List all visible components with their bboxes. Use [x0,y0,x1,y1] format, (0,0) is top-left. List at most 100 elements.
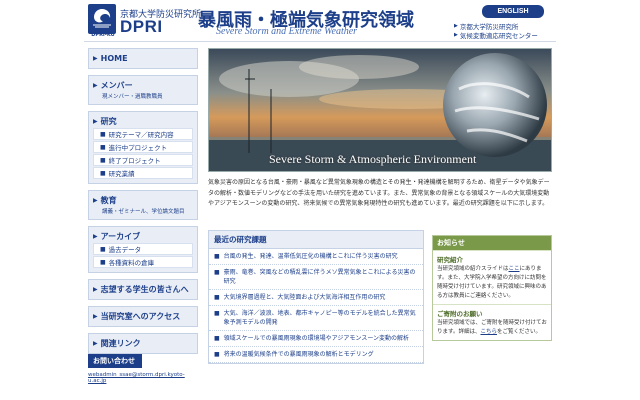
nav-subitem-past-data[interactable]: ■ 過去データ [93,243,193,255]
square-bullet-icon: ■ [214,269,220,276]
square-bullet-icon: ■ [100,258,106,266]
square-bullet-icon: ■ [214,253,220,260]
news-heading: お知らせ [433,236,551,250]
nav-item-label: アーカイブ [100,231,141,241]
nav-item-label: 関連リンク [100,338,141,348]
square-bullet-icon: ■ [100,156,106,164]
arrow-right-icon: ▶ [93,196,98,204]
news-section-title: 研究紹介 [433,250,551,265]
nav-subitem-ongoing-projects[interactable]: ■ 進行中プロジェクト [93,141,193,153]
nav-item-desc: 講義・ゼミナール、学位論文題目 [102,209,185,215]
nav-subitem-label: 研究テーマ／研究内容 [108,131,174,139]
arrow-right-icon: ▶ [93,312,98,320]
research-topics-box: 最近の研究課題 ■ 台風の発生、発達、温帯低気圧化の機構とこれに伴う災害の研究 … [208,230,424,364]
nav-item-related-links[interactable]: ▶ 関連リンク [93,337,193,349]
research-topic-item: ■ 大気、海洋／波浪、地表、都市キャノピー等のモデルを統合した異常気象予測モデル… [209,306,423,331]
hero-caption: Severe Storm & Atmospheric Environment [269,152,477,166]
contact-heading: お問い合わせ [88,354,142,368]
arrow-right-icon: ▶ [93,81,98,89]
arrow-right-icon: ▶ [93,339,98,347]
news-box: お知らせ 研究紹介 当研究領域の紹介スライドはここにあります。また、大学院入学希… [432,235,552,341]
square-bullet-icon: ■ [100,169,106,177]
nav-education-block: ▶ 教育 講義・ゼミナール、学位論文題目 [88,190,198,220]
research-topic-item: ■ 将来の温暖気候条件での暴風雨現象の解析とモデリング [209,347,423,363]
intro-text: 気象災害の原因となる台風・豪雨・暴風など異常気象現象の構造とその発生・発達機構を… [208,179,550,207]
nav-item-research[interactable]: ▶ 研究 [93,115,193,127]
square-bullet-icon: ■ [214,310,220,317]
nav-subitem-label: 終了プロジェクト [108,157,161,165]
nav-subitem-finished-projects[interactable]: ■ 終了プロジェクト [93,154,193,166]
research-topic-item: ■ 大気境界層過程と、大気陸面および大気海洋相互作用の研究 [209,290,423,306]
nav-item-archive[interactable]: ▶ アーカイブ [93,230,193,242]
research-topic-text: 領域スケールでの暴風雨現象の環境場やアジアモンスーン変動の解析 [223,335,410,342]
square-bullet-icon: ■ [100,245,106,253]
research-topic-text: 大気、海洋／波浪、地表、都市キャノピー等のモデルを統合した異常気象予測モデルの開… [223,310,416,326]
nav-item-label: メンバー [100,80,133,90]
nav-item-home[interactable]: ▶ HOME [93,52,193,64]
research-topic-text: 台風の発生、発達、温帯低気圧化の機構とこれに伴う災害の研究 [223,253,398,260]
logo-caption: DPRI-KU [91,32,115,38]
research-topic-text: 豪雨、竜巻、突風などの積乱雲に伴うメソ異常気象とこれによる災害の研究 [223,269,416,285]
contact-email-link[interactable]: webadmin_ssae@storm.dpri.kyoto-u.ac.jp [88,372,198,384]
nav-subitem-label: 進行中プロジェクト [108,144,168,152]
news-section-title: ご寄附のお願い [433,304,551,319]
donation-link[interactable]: こちら [480,329,497,335]
research-topic-item: ■ 台風の発生、発達、温帯低気圧化の機構とこれに伴う災害の研究 [209,249,423,265]
slides-link[interactable]: ここ [509,266,520,272]
nav-item-label: 当研究室へのアクセス [100,311,181,321]
arrow-right-icon: ▶ [93,285,98,293]
nav-subitem-label: 過去データ [108,246,142,254]
news-section-text: 当研究領域の紹介スライドはここにあります。また、大学院入学希望の方向けに訪問を随… [433,265,551,304]
nav-item-education[interactable]: ▶ 教育 [93,194,193,206]
nav-subitem-research-themes[interactable]: ■ 研究テーマ／研究内容 [93,128,193,140]
arrow-right-icon: ▶ [454,31,458,38]
nav-home-block: ▶ HOME [88,48,198,69]
square-bullet-icon: ■ [100,143,106,151]
nav-links-block: ▶ 関連リンク [88,333,198,354]
institute-abbr[interactable]: DPRI [120,17,163,37]
nav-item-label: HOME [100,53,128,63]
nav-subitem-publications[interactable]: ■ 研究業績 [93,167,193,179]
nav-item-label: 研究 [100,116,117,126]
nav-members-block: ▶ メンバー 現メンバー・過職教職員 [88,75,198,105]
typhoon-logo-icon [93,9,111,28]
nav-subitem-label: 各種資料の倉庫 [108,259,155,267]
header-link-label: 気候変動適応研究センター [459,31,538,40]
arrow-right-icon: ▶ [93,54,98,62]
arrow-right-icon: ▶ [93,117,98,125]
header-links: ▶ 京都大学防災研究所 ▶ 気候変動適応研究センター [454,21,538,40]
research-topic-text: 将来の温暖気候条件での暴風雨現象の解析とモデリング [223,351,374,358]
nav-prospective-block: ▶ 志望する学生の皆さんへ [88,279,198,300]
news-text-part: 当研究領域の紹介スライドは [437,266,509,272]
news-text-part: をご覧ください。 [496,329,541,335]
nav-subitem-label: 研究業績 [108,170,135,178]
research-topic-text: 大気境界層過程と、大気陸面および大気海洋相互作用の研究 [223,294,386,301]
arrow-right-icon: ▶ [454,22,458,29]
research-topics-heading: 最近の研究課題 [209,231,423,249]
hero-image: Severe Storm & Atmospheric Environment [208,48,552,172]
nav-item-label: 志望する学生の皆さんへ [100,284,189,294]
square-bullet-icon: ■ [214,294,220,301]
section-subtitle: Severe Storm and Extreme Weather [216,26,358,37]
dpri-logo[interactable] [88,4,116,34]
nav-access-block: ▶ 当研究室へのアクセス [88,306,198,327]
nav-item-desc: 現メンバー・過職教職員 [102,94,163,100]
site-header: DPRI-KU 京都大学防災研究所 DPRI 暴風雨・極端気象研究領域 Seve… [84,0,556,42]
nav-item-members[interactable]: ▶ メンバー [93,79,193,91]
nav-item-label: 教育 [100,195,117,205]
page: DPRI-KU 京都大学防災研究所 DPRI 暴風雨・極端気象研究領域 Seve… [84,0,556,400]
nav-subitem-documents[interactable]: ■ 各種資料の倉庫 [93,256,193,268]
arrow-right-icon: ▶ [93,232,98,240]
nav-research-block: ▶ 研究 ■ 研究テーマ／研究内容 ■ 進行中プロジェクト ■ 終了プロジェクト… [88,111,198,184]
nav-item-prospective-students[interactable]: ▶ 志望する学生の皆さんへ [93,283,193,295]
nav-archive-block: ▶ アーカイブ ■ 過去データ ■ 各種資料の倉庫 [88,226,198,273]
news-section-text: 当研究領域では、ご寄附を随時受け付けております。詳細は、こちらをご覧ください。 [433,319,551,340]
contact-box: お問い合わせ webadmin_ssae@storm.dpri.kyoto-u.… [88,354,198,384]
square-bullet-icon: ■ [214,351,220,358]
square-bullet-icon: ■ [100,130,106,138]
sidebar-nav: ▶ HOME ▶ メンバー 現メンバー・過職教職員 ▶ 研究 ■ 研究テーマ／研… [88,48,198,360]
research-topic-item: ■ 領域スケールでの暴風雨現象の環境場やアジアモンスーン変動の解析 [209,331,423,347]
nav-item-access[interactable]: ▶ 当研究室へのアクセス [93,310,193,322]
english-button[interactable]: ENGLISH [482,5,544,18]
header-link-climate-center[interactable]: ▶ 気候変動適応研究センター [454,30,538,40]
